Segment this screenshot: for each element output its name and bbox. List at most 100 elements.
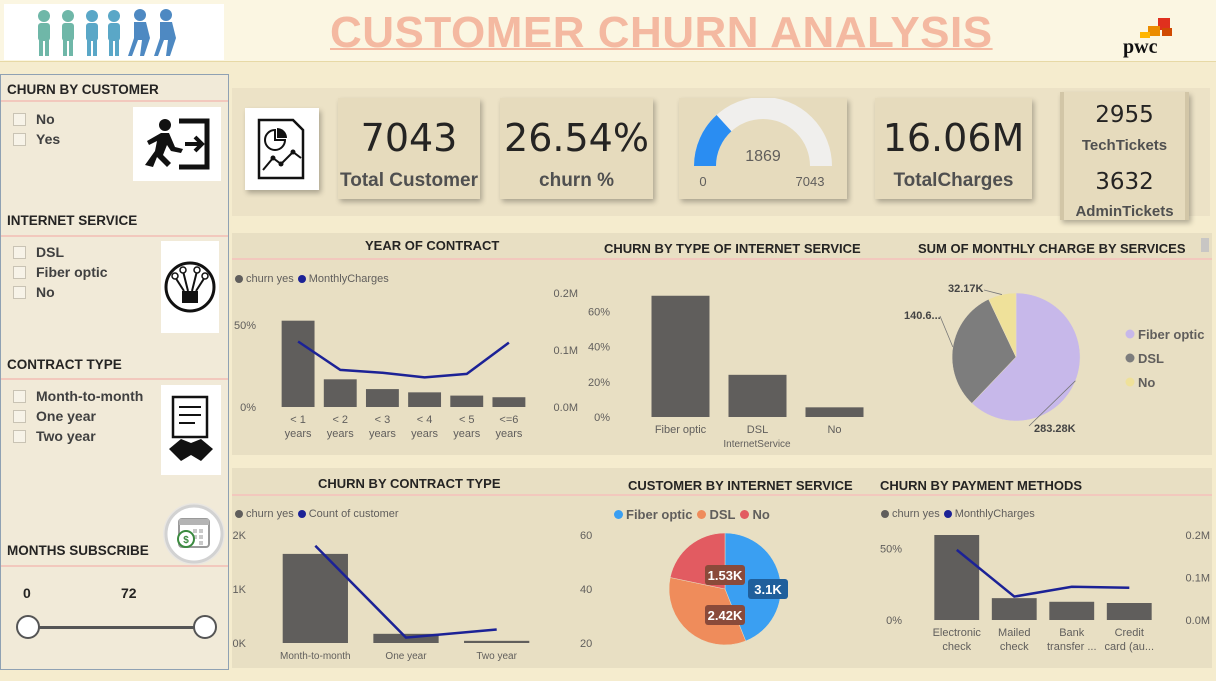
kpi-label: TotalCharges (893, 170, 1014, 191)
legend-dot (1125, 353, 1135, 363)
checkbox[interactable] (13, 409, 26, 423)
y-tick-label: 40% (588, 342, 610, 354)
chart-title-contract-churn: CHURN BY CONTRACT TYPE (318, 476, 501, 491)
filter-option-month-to-month[interactable]: Month-to-month (13, 388, 143, 404)
x-tick-label: years (453, 428, 480, 440)
x-tick-label: check (942, 641, 971, 653)
tech-tickets-label: TechTickets (1081, 137, 1168, 154)
y-tick-label-right: 60% (580, 530, 592, 542)
legend-label: MonthlyCharges (308, 273, 389, 285)
filter-option-two-year[interactable]: Two year (13, 428, 96, 444)
legend-label: No (1138, 375, 1155, 390)
filter-option-dsl[interactable]: DSL (13, 244, 64, 260)
chart-year-of-contract: 0% 50% 0.0M 0.1M 0.2M < 1 years < 2 years < 3 year… (234, 288, 578, 440)
bar (651, 295, 710, 417)
bar (281, 320, 315, 407)
months-slider-track[interactable] (26, 626, 206, 629)
x-tick-label: years (495, 428, 522, 440)
legend-contract: churn yes Count of customer (235, 508, 399, 520)
checkbox[interactable] (13, 429, 26, 443)
x-tick-label: years (285, 428, 312, 440)
months-filter-title: MONTHS SUBSCRIBE (7, 543, 149, 558)
legend-dot (614, 510, 623, 519)
legend-dot (297, 275, 306, 283)
y-tick-label-left: 0% (240, 402, 256, 414)
option-label: Two year (36, 428, 96, 444)
x-tick-label: Mailed (998, 627, 1030, 639)
option-label: Month-to-month (36, 388, 144, 404)
checkbox[interactable] (13, 285, 26, 299)
churn-filter-title: CHURN BY CUSTOMER (7, 82, 159, 97)
option-label: Yes (36, 131, 61, 147)
y-tick-label-left: 1K (233, 584, 247, 596)
x-tick-label: No (827, 424, 841, 436)
option-label: One year (36, 408, 96, 424)
brand-label: pwc (1123, 36, 1158, 58)
filter-panel: CHURN BY CUSTOMER No Yes INTERNET SERVIC… (0, 74, 229, 670)
leader-line (939, 315, 954, 348)
chart-customer-internet: 3.1K 2.42K 1.53K (668, 532, 788, 646)
chart-payment: 0% 50% 0.0M 0.1M 0.2M Electronic check Mailed ch… (880, 530, 1210, 653)
chart-title-customer-internet: CUSTOMER BY INTERNET SERVICE (628, 478, 853, 493)
y-tick-label-right: 40% (580, 584, 592, 596)
slider-max-value: 72 (121, 585, 137, 601)
exit-icon (133, 107, 221, 181)
slider-max-handle[interactable] (193, 615, 217, 639)
data-label: 2.42K (708, 608, 743, 623)
y-tick-label-left: 50% (880, 544, 902, 556)
x-tick-label: Month-to-month (280, 651, 351, 662)
bar (1106, 603, 1152, 620)
x-tick-label: card (au... (1104, 641, 1154, 653)
admin-tickets-label: AdminTickets (1075, 203, 1174, 220)
legend-dot (881, 510, 889, 518)
filter-option-internet-no[interactable]: No (13, 284, 55, 300)
checkbox[interactable] (13, 389, 26, 403)
chart-internet-churn: 0% 20% 40% 60% Fiber optic DSL No InternetServi… (588, 295, 864, 450)
legend-dot (1125, 329, 1135, 339)
chart-title-monthly-charge: SUM OF MONTHLY CHARGE BY SERVICES (918, 241, 1186, 256)
x-tick-label: One year (385, 651, 427, 662)
bar (805, 407, 864, 417)
x-tick-label: Credit (1115, 627, 1144, 639)
filter-option-one-year[interactable]: One year (13, 408, 96, 424)
legend-dot (297, 510, 306, 518)
checkbox[interactable] (13, 112, 26, 126)
checkbox[interactable] (13, 245, 26, 259)
network-icon (161, 241, 219, 333)
x-tick-label: < 2 (332, 414, 348, 426)
bar (1049, 601, 1095, 620)
legend-dot (1125, 377, 1135, 387)
gauge-min: 0 (699, 174, 706, 189)
kpi-value: 7043 (360, 116, 458, 160)
x-tick-label: < 3 (375, 414, 391, 426)
legend-label: Count of customer (308, 508, 399, 520)
legend-customer-internet: Fiber optic DSL No (614, 507, 770, 522)
legend-label: churn yes (892, 508, 940, 520)
filter-option-fiber[interactable]: Fiber optic (13, 264, 108, 280)
data-label: 140.6... (904, 310, 941, 322)
data-label: 3.1K (754, 582, 782, 597)
kpi-value: 16.06M (882, 116, 1025, 160)
filter-option-churn-no[interactable]: No (13, 111, 55, 127)
x-tick-label: Fiber optic (655, 424, 707, 436)
checkbox[interactable] (13, 265, 26, 279)
checkbox[interactable] (13, 132, 26, 146)
legend-dot (943, 510, 952, 518)
series-line (956, 548, 1130, 598)
data-label: 283.28K (1034, 423, 1076, 435)
filter-option-churn-yes[interactable]: Yes (13, 131, 60, 147)
slider-min-handle[interactable] (16, 615, 40, 639)
contract-handshake-icon (161, 385, 221, 475)
legend-year-contract: churn yes MonthlyCharges (235, 273, 389, 285)
scrollbar-thumb[interactable] (1201, 238, 1209, 252)
people-logo-icon (4, 4, 224, 60)
y-tick-label: 0% (594, 412, 610, 424)
kpi-label: churn % (539, 170, 614, 191)
y-tick-label-left: 50% (234, 320, 256, 332)
data-label: 1.53K (708, 568, 743, 583)
report-chart-icon (245, 108, 319, 190)
x-tick-label: transfer ... (1047, 641, 1097, 653)
y-tick-label-right: 0.0M (554, 402, 578, 414)
x-tick-label: < 1 (290, 414, 306, 426)
kpi-churn-pct: 26.54% churn % (500, 98, 653, 199)
